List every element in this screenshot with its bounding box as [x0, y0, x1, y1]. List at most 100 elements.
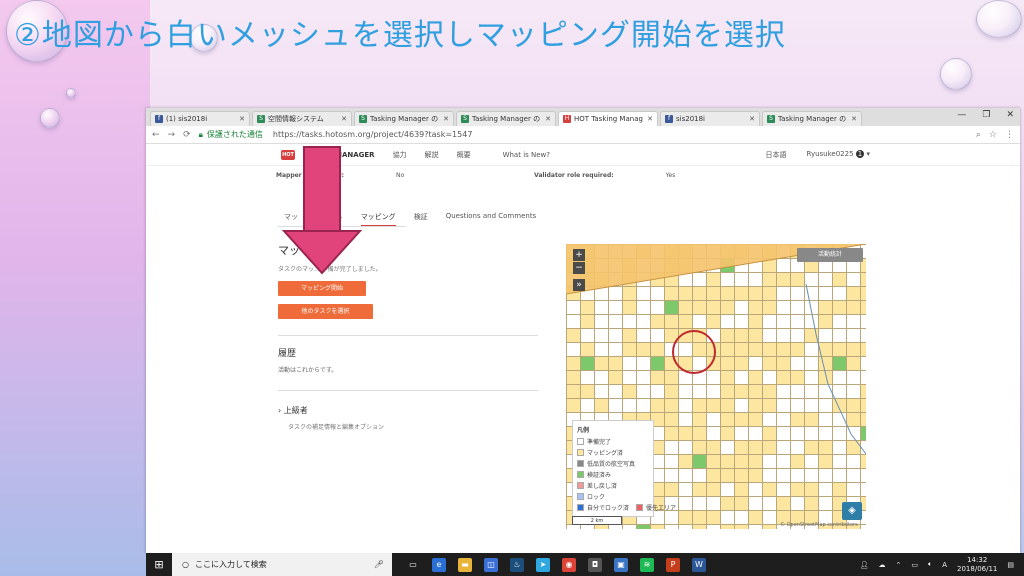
legend-item: 準備完了	[577, 437, 649, 446]
url-text: https://tasks.hotosm.org/project/4639?ta…	[272, 130, 473, 139]
pointer-arrow-icon	[282, 146, 362, 275]
microphone-icon[interactable]: 🎤︎	[374, 560, 384, 569]
legend-title: 凡例	[577, 427, 590, 434]
spotify-icon[interactable]: ≋	[640, 557, 654, 572]
map-credit: © OpenStreetMap contributors	[780, 522, 858, 528]
start-mapping-button[interactable]: マッピング開始	[278, 281, 366, 296]
project-info-row: Mapper ... required: No Validator role r…	[276, 171, 676, 179]
back-icon[interactable]: ←	[152, 130, 160, 140]
menu-icon[interactable]: ⋮	[1005, 130, 1014, 140]
site-header: HOT MANAGER 協力 解説 概要 What is New? 日本語 Ryu…	[146, 144, 1020, 166]
close-icon[interactable]: ✕	[341, 115, 347, 123]
zoom-controls: + − »	[573, 249, 585, 291]
windows-start-icon[interactable]: ⊞	[146, 558, 172, 571]
sj-icon: S	[359, 115, 367, 123]
restore-icon[interactable]: ❐	[982, 110, 990, 120]
browser-tab[interactable]: S Tasking Manager の ✕	[762, 111, 862, 126]
expand-button[interactable]: »	[573, 279, 585, 291]
chrome-icon[interactable]: ◉	[562, 557, 576, 572]
taskbar-clock[interactable]: 14:32 2018/06/11	[957, 556, 997, 574]
advanced-toggle[interactable]: › 上級者	[278, 405, 528, 416]
window-controls: — ❐ ✕	[957, 110, 1014, 120]
close-icon[interactable]: ✕	[443, 115, 449, 123]
layers-icon[interactable]: ◈	[842, 502, 862, 520]
chevron-up-icon[interactable]: ⌃	[896, 561, 902, 569]
url-input[interactable]: 🔒︎ 保護された通信 https://tasks.hotosm.org/proj…	[199, 128, 968, 142]
word-icon[interactable]: W	[692, 557, 706, 572]
tab-validation[interactable]: 検証	[414, 212, 428, 227]
arrow-app-icon[interactable]: ➤	[536, 557, 550, 572]
folder-icon[interactable]: ▬	[458, 557, 472, 572]
sj-icon: S	[461, 115, 469, 123]
zoom-out-button[interactable]: −	[573, 262, 585, 274]
close-icon[interactable]: ✕	[239, 115, 245, 123]
history-heading: 履歴	[278, 349, 297, 359]
close-icon[interactable]: ✕	[851, 115, 857, 123]
ime-icon[interactable]: A	[942, 561, 947, 569]
legend-item: ロック	[577, 492, 649, 501]
tab-questions[interactable]: Questions and Comments	[446, 212, 537, 227]
close-icon[interactable]: ✕	[545, 115, 551, 123]
close-icon[interactable]: ✕	[749, 115, 755, 123]
battery-icon[interactable]: ▭	[911, 561, 918, 569]
browser-tab-active[interactable]: H HOT Tasking Manag ✕	[558, 111, 658, 126]
photos-icon[interactable]: ▣	[614, 557, 628, 572]
close-icon[interactable]: ✕	[647, 115, 653, 123]
map-legend: 凡例 準備完了 マッピング済 低品質の航空写真 検証済み 差し戻し済 ロック 自…	[572, 420, 676, 517]
system-tray: 👤︎ ☁ ⌃ ▭ 🔈︎ A 14:32 2018/06/11 ▤	[860, 556, 1024, 574]
browser-tab[interactable]: S Tasking Manager の ✕	[456, 111, 556, 126]
legend-item: 検証済み	[577, 470, 649, 479]
reload-icon[interactable]: ⟳	[183, 130, 191, 140]
user-badge: 1	[855, 149, 865, 158]
cloud-icon[interactable]: ☁	[879, 561, 886, 569]
notification-icon[interactable]: ▤	[1007, 561, 1014, 569]
chevron-right-icon: ›	[278, 406, 282, 415]
panel-divider	[278, 390, 538, 391]
edge-icon[interactable]: e	[432, 557, 446, 572]
user-menu[interactable]: Ryusuke0225 1 ▾	[806, 149, 870, 160]
search-icon[interactable]: ⌕	[976, 130, 981, 140]
taskbar: ⊞ ○ ここに入力して検索 🎤︎ ▭ e ▬ ◫ ♨ ➤ ◉ ◘ ▣ ≋ P W…	[146, 553, 1024, 576]
forward-icon[interactable]: →	[168, 130, 176, 140]
facebook-icon: f	[155, 115, 163, 123]
slide-title: ②地図から白いメッシュを選択しマッピング開始を選択	[14, 18, 786, 53]
legend-item: 自分でロック済 優先エリア	[577, 503, 676, 512]
browser-tab[interactable]: S 空間情報システム ✕	[252, 111, 352, 126]
taskbar-apps: ▭ e ▬ ◫ ♨ ➤ ◉ ◘ ▣ ≋ P W	[406, 557, 706, 572]
person-icon[interactable]: 👤︎	[860, 561, 869, 569]
nav-whats-new[interactable]: What is New?	[503, 151, 550, 159]
minimize-icon[interactable]: —	[957, 110, 966, 120]
nav-contribute[interactable]: 協力	[393, 150, 407, 160]
browser-tab[interactable]: f (1) sis2018i ✕	[150, 111, 250, 126]
select-another-task-button[interactable]: 他のタスクを選択	[278, 304, 373, 319]
camera-icon[interactable]: ◘	[588, 557, 602, 572]
nav-learn[interactable]: 解説	[425, 150, 439, 160]
task-view-icon[interactable]: ▭	[406, 558, 420, 572]
facebook-icon: f	[665, 115, 673, 123]
language-select[interactable]: 日本語	[765, 150, 786, 160]
browser-tab[interactable]: f sis2018i ✕	[660, 111, 760, 126]
water-drop	[976, 0, 1022, 38]
nav-about[interactable]: 概要	[457, 150, 471, 160]
zoom-in-button[interactable]: +	[573, 249, 585, 261]
site-user-area: 日本語 Ryusuke0225 1 ▾	[765, 149, 870, 160]
history-note: 活動はこれからです。	[278, 367, 338, 374]
advanced-note: タスクの補足情報と編集オプション	[288, 424, 385, 431]
store-icon[interactable]: ◫	[484, 557, 498, 572]
steam-icon[interactable]: ♨	[510, 557, 524, 572]
water-drop	[940, 58, 972, 90]
scale-bar: 2 km	[572, 516, 622, 525]
taskbar-search-input[interactable]: ○ ここに入力して検索 🎤︎	[172, 553, 392, 576]
sj-icon: S	[767, 115, 775, 123]
sj-icon: S	[257, 115, 265, 123]
water-drop	[66, 88, 76, 98]
star-icon[interactable]: ☆	[989, 130, 997, 140]
panel-divider	[278, 335, 538, 336]
activity-stats-button[interactable]: 活動統計	[797, 248, 863, 262]
close-window-icon[interactable]: ✕	[1006, 110, 1014, 120]
powerpoint-icon[interactable]: P	[666, 557, 680, 572]
browser-tab[interactable]: S Tasking Manager の ✕	[354, 111, 454, 126]
tab-mapping[interactable]: マッピング	[360, 212, 396, 227]
tab-bar: f (1) sis2018i ✕ S 空間情報システム ✕ S Tasking Manag…	[146, 108, 1020, 126]
volume-icon[interactable]: 🔈︎	[928, 560, 932, 569]
